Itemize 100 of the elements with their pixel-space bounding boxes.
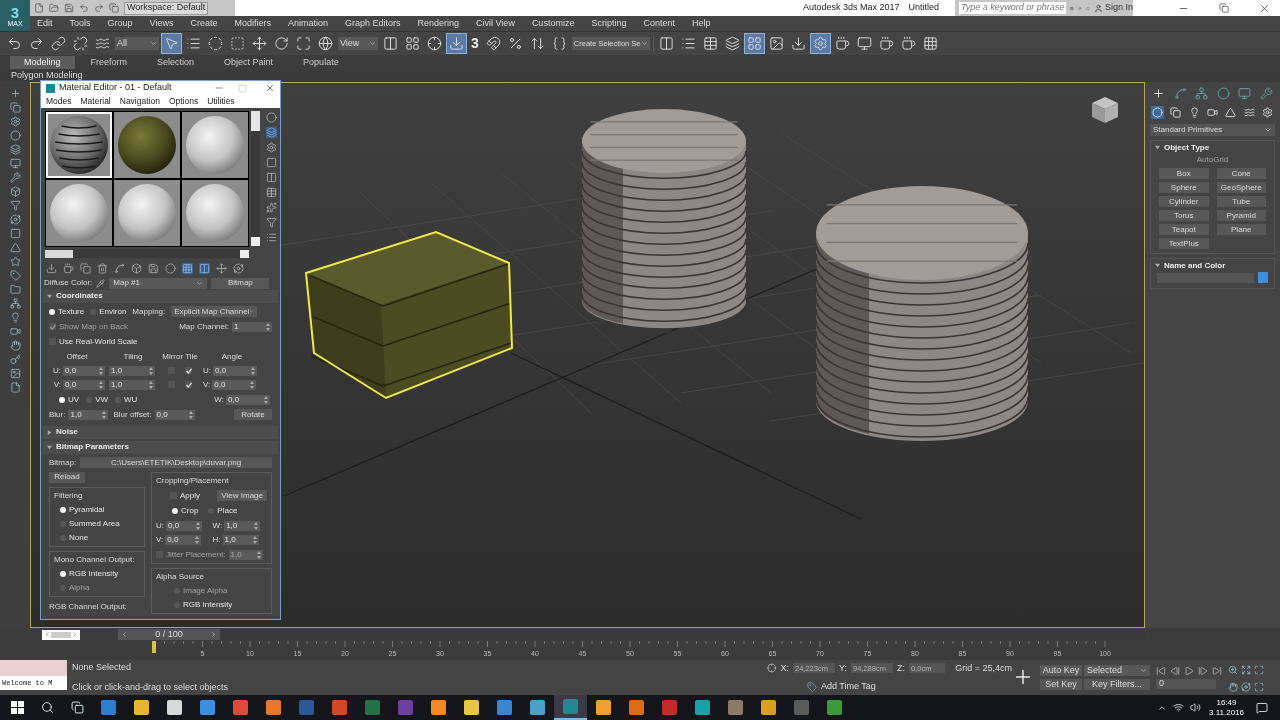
key-mode-dropdown[interactable]: Selected [1084, 665, 1150, 676]
workspace-dropdown[interactable]: Workspace: Default [124, 1, 208, 15]
spinner-field[interactable]: 1,0 [224, 521, 261, 531]
menu-item[interactable]: Modes [46, 95, 72, 108]
menu-item[interactable]: Customize [531, 16, 575, 31]
spinner-field[interactable]: 1 [232, 322, 272, 332]
radio-button[interactable]: None [60, 532, 140, 544]
menu-item[interactable]: Civil View [476, 16, 515, 31]
radio-button[interactable]: WU [115, 394, 138, 406]
menu-item[interactable]: Create [190, 16, 218, 31]
rollout-header[interactable]: Bitmap Parameters [43, 441, 278, 454]
reload-button[interactable]: Reload [49, 472, 85, 483]
field-label: Bitmap: [49, 457, 77, 469]
spinner-field[interactable]: 0,0 [166, 521, 202, 531]
menu-item[interactable]: Graph Editors [344, 16, 401, 31]
field-label: U: [203, 365, 211, 377]
group-title: Alpha Source [156, 571, 206, 583]
ribbon-tab[interactable]: Object Paint [210, 56, 288, 69]
ribbon-tab[interactable]: Populate [289, 56, 353, 69]
sign-in-button[interactable]: Sign In [1093, 1, 1133, 15]
menu-item[interactable]: Scripting [591, 16, 627, 31]
spinner-field[interactable]: 1,0 [68, 410, 109, 420]
primitive-button[interactable]: TextPlus [1159, 238, 1209, 249]
field-label: Blur offset: [113, 409, 152, 421]
mapping-dropdown[interactable]: Explicit Map Channel [171, 306, 258, 318]
checkbox[interactable]: Apply [170, 490, 200, 502]
menu-item[interactable]: Options [168, 95, 199, 108]
rollout-header[interactable]: Object Type [1151, 141, 1274, 154]
radio-button[interactable]: Pyramidal [60, 504, 140, 516]
menu-item[interactable]: Rendering [417, 16, 460, 31]
spinner-field[interactable]: 0,0 [165, 535, 202, 545]
primitive-button[interactable]: Cone [1216, 168, 1266, 179]
spinner-field[interactable]: 0,0 [63, 366, 105, 376]
radio-button[interactable]: Environ [90, 306, 127, 318]
primitive-button[interactable]: Cylinder [1159, 196, 1209, 207]
time-slider-thumb[interactable]: 0 / 100 [118, 629, 220, 640]
field-label: Map Channel: [179, 321, 229, 333]
spinner-field[interactable]: 0,0 [212, 380, 257, 390]
field-label: V: [156, 534, 164, 546]
radio-button[interactable]: Texture [49, 306, 85, 318]
primitive-button[interactable]: Tube [1216, 196, 1266, 207]
ribbon-tab[interactable]: Modeling [10, 56, 75, 69]
primitive-button[interactable]: GeoSphere [1216, 182, 1266, 193]
set-key-button[interactable]: Set Key [1040, 679, 1082, 690]
column-header: Mirror Tile [161, 351, 199, 363]
primitive-button[interactable]: Box [1159, 168, 1209, 179]
spinner-field[interactable]: 0,0 [226, 395, 270, 405]
primitive-button[interactable]: Plane [1216, 224, 1266, 235]
spinner-field[interactable]: 1,0 [222, 535, 259, 545]
menu-item[interactable]: Tools [69, 16, 91, 31]
menu-item[interactable]: Group [107, 16, 133, 31]
snap-toggle[interactable]: 3 [469, 33, 481, 54]
rollout-header[interactable]: Noise [43, 426, 278, 439]
radio-button[interactable]: RGB Intensity [174, 599, 267, 611]
field-label: Mapping: [132, 306, 166, 318]
primitive-button[interactable]: Teapot [1159, 224, 1209, 235]
radio-button[interactable]: Summed Area [60, 518, 140, 530]
radio-button[interactable]: RGB Intensity [60, 568, 140, 580]
radio-button[interactable]: UV [59, 394, 80, 406]
key-filters-button[interactable]: Key Filters... [1084, 679, 1150, 690]
menu-item[interactable]: Animation [287, 16, 328, 31]
rotate-button[interactable]: Rotate [234, 409, 272, 421]
menu-item[interactable]: Help [691, 16, 711, 31]
ribbon-tab[interactable]: Selection [143, 56, 209, 69]
checkbox[interactable]: Use Real-World Scale [49, 336, 272, 348]
window-title: Material Editor - 01 - Default [59, 81, 172, 95]
radio-button[interactable]: Place [208, 505, 238, 517]
spinner-field[interactable]: 1,0 [109, 380, 155, 390]
map-type-button[interactable]: Bitmap [211, 277, 270, 289]
primitive-button[interactable]: Sphere [1159, 182, 1209, 193]
bitmap-path-button[interactable]: C:\Users\ETETIK\Desktop\duvar.png [80, 457, 272, 469]
spinner-field[interactable]: 0,0 [213, 366, 257, 376]
menu-item[interactable]: Content [643, 16, 675, 31]
menu-item[interactable]: Views [149, 16, 174, 31]
selection-filter-dropdown[interactable]: All [115, 37, 159, 50]
rollout-header[interactable]: Coordinates [43, 290, 278, 303]
menu-item[interactable]: Utilities [207, 95, 235, 108]
spinner-field[interactable]: 0,0 [154, 410, 195, 420]
category-dropdown[interactable]: Standard Primitives [1150, 124, 1275, 136]
spinner-field[interactable]: 1,0 [109, 366, 155, 376]
field-label: X: [780, 661, 789, 675]
view-image-button[interactable]: View Image [217, 490, 267, 502]
reference-coordinate-dropdown[interactable]: View [338, 37, 378, 50]
prompt-text: Click or click-and-drag to select objects [72, 681, 230, 694]
search-field[interactable]: Type a keyword or phrase [959, 2, 1067, 14]
map-name-field[interactable]: Map #1 [109, 277, 208, 289]
primitive-button[interactable]: Pyramid [1216, 210, 1266, 221]
column-header: Angle [220, 351, 244, 363]
frame-field[interactable]: 0 [1156, 679, 1216, 689]
ribbon-tab[interactable]: Freeform [76, 56, 142, 69]
spinner-field[interactable]: 0,0 [63, 380, 105, 390]
menu-item[interactable]: Material [80, 95, 111, 108]
primitive-button[interactable]: Torus [1159, 210, 1209, 221]
group-title: Filtering [54, 490, 84, 502]
menu-item[interactable]: Edit [37, 16, 53, 31]
auto-key-button[interactable]: Auto Key [1040, 665, 1082, 676]
menu-item[interactable]: Modifiers [234, 16, 271, 31]
radio-button[interactable]: Crop [172, 505, 199, 517]
radio-button[interactable]: VW [86, 394, 108, 406]
menu-item[interactable]: Navigation [119, 95, 160, 108]
